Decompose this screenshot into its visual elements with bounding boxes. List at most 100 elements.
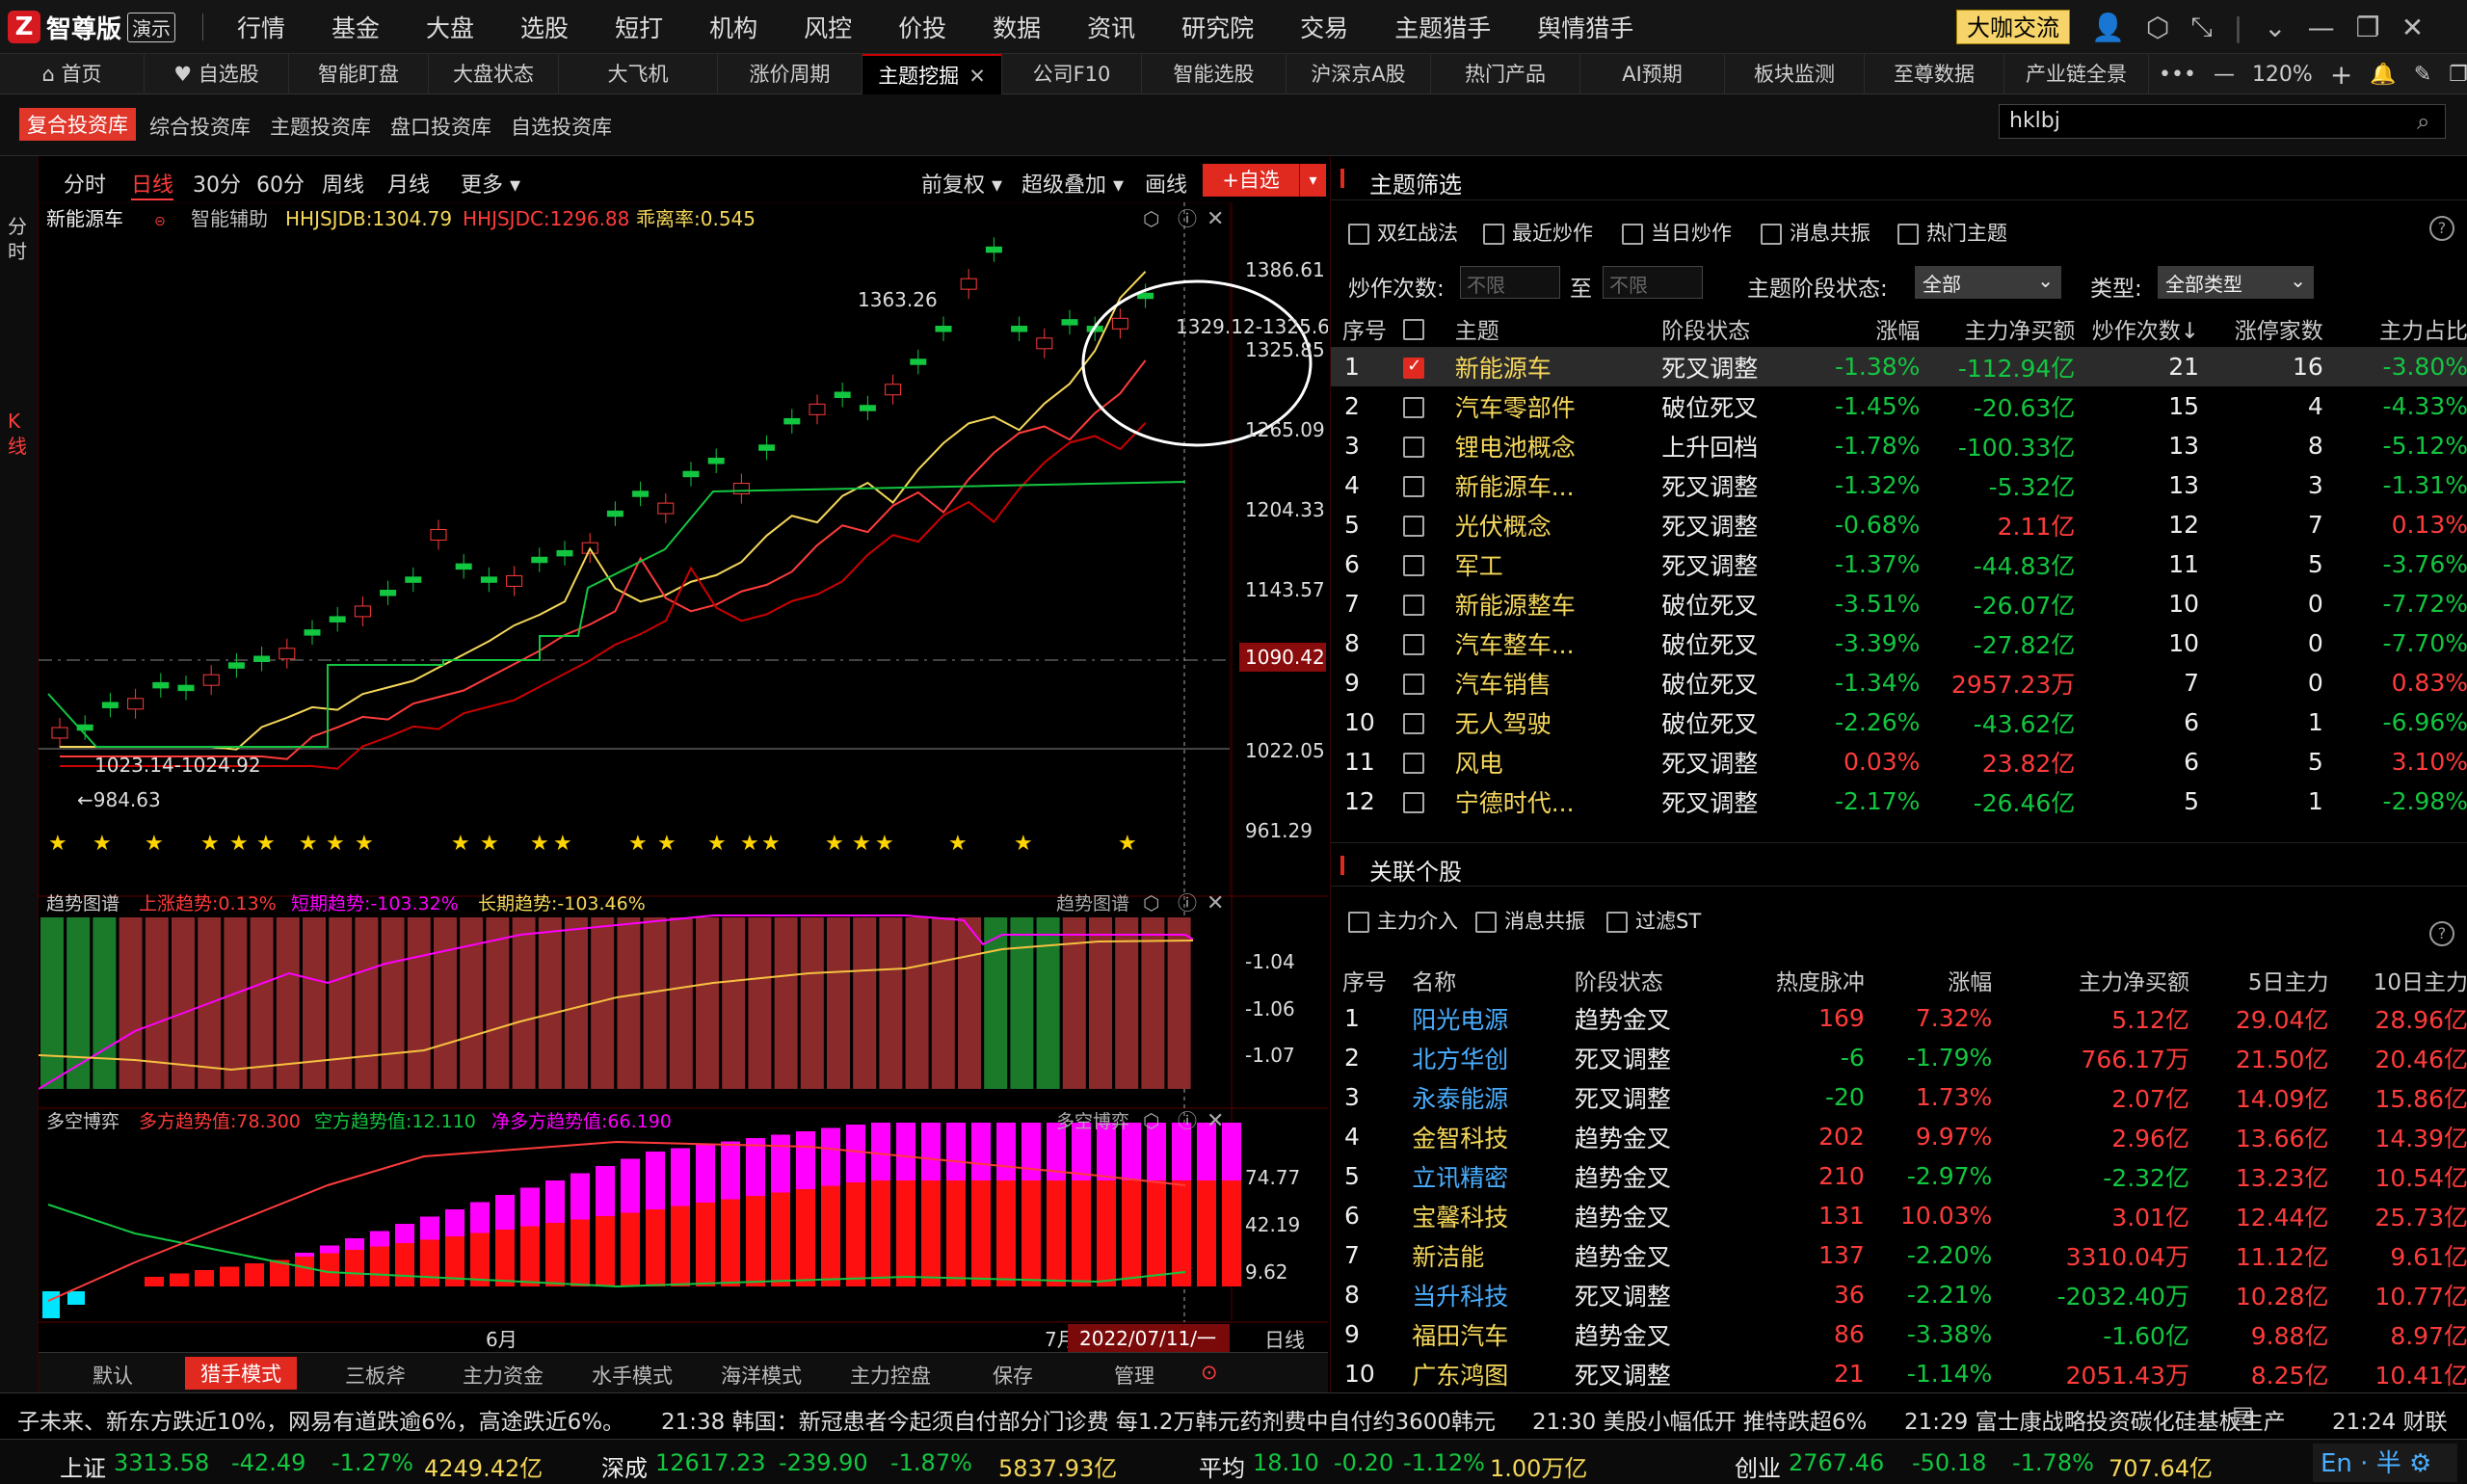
- bell-icon[interactable]: 🔔: [2370, 63, 2396, 87]
- settings-icon[interactable]: ⬡: [1143, 207, 1159, 230]
- theme-row[interactable]: 10 无人驾驶 破位死叉 -2.26% -43.62亿 6 1 -6.96%: [1331, 702, 2467, 742]
- shrink-icon[interactable]: ⤡: [2190, 11, 2212, 43]
- stock-row[interactable]: 10 广东鸿图 死叉调整 21 -1.14% 2051.43万 8.25亿 10.41亿: [1331, 1354, 2467, 1393]
- rail-kline[interactable]: K线: [8, 409, 31, 459]
- column-header[interactable]: 5日主力: [2189, 962, 2329, 998]
- tab-a-shares[interactable]: 沪深京A股: [1287, 54, 1431, 94]
- period-monthly[interactable]: 月线: [387, 168, 430, 199]
- input-method-icon[interactable]: En · 半 ⚙: [2313, 1444, 2457, 1482]
- tab-smart-select[interactable]: 智能选股: [1142, 54, 1287, 94]
- ticker-item[interactable]: 21:29 富士康战略投资碳化硅基板生产: [1904, 1403, 2286, 1436]
- check-recent[interactable]: 最近炒作: [1483, 218, 1593, 247]
- stock-row[interactable]: 6 宝馨科技 趋势金叉 131 10.03% 3.01亿 12.44亿 25.73亿: [1331, 1196, 2467, 1235]
- close-icon[interactable]: ✕: [1207, 207, 1224, 231]
- index-name[interactable]: 深成: [601, 1449, 648, 1483]
- check-double-red[interactable]: 双红战法: [1348, 218, 1458, 247]
- row-checkbox[interactable]: [1403, 753, 1425, 774]
- index-name[interactable]: 上证: [60, 1449, 106, 1483]
- column-header[interactable]: 主力占比: [2323, 310, 2467, 347]
- indicator-manage-button[interactable]: 管理: [1114, 1361, 1154, 1390]
- adjust-dropdown[interactable]: 前复权 ▾: [921, 168, 1002, 199]
- row-checkbox[interactable]: [1403, 634, 1425, 655]
- subnav-order[interactable]: 盘口投资库: [390, 112, 491, 141]
- tab-hot-products[interactable]: 热门产品: [1431, 54, 1580, 94]
- column-header[interactable]: 涨停家数: [2199, 310, 2323, 347]
- select-all-checkbox[interactable]: [1403, 318, 1425, 340]
- theme-row[interactable]: 1 新能源车 死叉调整 -1.38% -112.94亿 21 16 -3.80%: [1331, 347, 2467, 386]
- subnav-theme[interactable]: 主题投资库: [270, 112, 371, 141]
- menu-item[interactable]: 资讯: [1087, 10, 1135, 44]
- subnav-composite[interactable]: 复合投资库: [19, 108, 136, 141]
- period-weekly[interactable]: 周线: [322, 168, 364, 199]
- stock-row[interactable]: 2 北方华创 死叉调整 -6 -1.79% 766.17万 21.50亿 20.46亿: [1331, 1038, 2467, 1077]
- settings-icon[interactable]: ⬡: [2146, 12, 2169, 43]
- collapse-icon[interactable]: ⊙: [1201, 1361, 1218, 1384]
- theme-row[interactable]: 9 汽车销售 破位死叉 -1.34% 2957.23万 7 0 0.83%: [1331, 663, 2467, 702]
- ticker-item[interactable]: 子未来、新东方跌近10%，网易有道跌逾6%，高途跌近6%。: [17, 1403, 624, 1436]
- checkbox[interactable]: [1348, 912, 1369, 933]
- settings-icon[interactable]: ⬡: [1143, 891, 1159, 914]
- restore-icon[interactable]: ❐: [2449, 63, 2467, 87]
- chevron-down-icon[interactable]: ⌄: [2264, 12, 2286, 43]
- tab-big-plane[interactable]: 大飞机: [559, 54, 718, 94]
- theme-row[interactable]: 11 风电 死叉调整 0.03% 23.82亿 6 5 3.10%: [1331, 742, 2467, 782]
- column-header[interactable]: 主力净买额: [1992, 962, 2189, 998]
- row-checkbox[interactable]: [1403, 397, 1425, 418]
- kline-chart[interactable]: ★ ★ ★ ★ ★ ★ ★ ★ ★ ★ ★ ★ ★ ★ ★ ★ ★ ★ ★ ★ ★ ★ ★ ★ 新能源车 ⊝ 智能辅助 HHJ…: [39, 202, 1328, 1352]
- close-icon[interactable]: ✕: [1207, 891, 1224, 915]
- stock-row[interactable]: 1 阳光电源 趋势金叉 169 7.32% 5.12亿 29.04亿 28.96亿: [1331, 998, 2467, 1038]
- stock-row[interactable]: 5 立讯精密 趋势金叉 210 -2.97% -2.32亿 13.23亿 10.54亿: [1331, 1156, 2467, 1196]
- row-checkbox[interactable]: [1403, 356, 1425, 379]
- theme-row[interactable]: 3 锂电池概念 上升回档 -1.78% -100.33亿 13 8 -5.12%: [1331, 426, 2467, 465]
- column-header[interactable]: 主题: [1455, 310, 1662, 347]
- search-icon[interactable]: ⌕: [2417, 108, 2429, 135]
- theme-row[interactable]: 6 军工 死叉调整 -1.37% -44.83亿 11 5 -3.76%: [1331, 544, 2467, 584]
- period-30m[interactable]: 30分: [193, 168, 241, 199]
- tab-industry-chain[interactable]: 产业链全景: [2004, 54, 2149, 94]
- tab-ai-forecast[interactable]: AI预期: [1580, 54, 1725, 94]
- indicator-tab-ocean[interactable]: 海洋模式: [721, 1361, 802, 1390]
- news-icon[interactable]: ▤: [2232, 1401, 2254, 1428]
- menu-item[interactable]: 基金: [332, 10, 380, 44]
- row-checkbox[interactable]: [1403, 595, 1425, 616]
- ticker-item[interactable]: 21:38 韩国：新冠患者今起须自付部分门诊费 每1.2万韩元药剂费中自付约36…: [661, 1403, 1496, 1436]
- rail-timeshare[interactable]: 分时: [8, 214, 31, 264]
- chevron-down-icon[interactable]: ⊝: [154, 214, 166, 229]
- check-news[interactable]: 消息共振: [1761, 218, 1870, 247]
- row-checkbox[interactable]: [1403, 476, 1425, 497]
- ticker-item[interactable]: 21:24 财联: [2332, 1403, 2448, 1436]
- column-header[interactable]: 炒作次数↓: [2075, 310, 2199, 347]
- indicator-tab-capital[interactable]: 主力资金: [463, 1361, 544, 1390]
- period-timeshare[interactable]: 分时: [64, 168, 106, 199]
- row-checkbox[interactable]: [1403, 555, 1425, 576]
- close-icon[interactable]: ✕: [1207, 1109, 1224, 1133]
- row-checkbox[interactable]: [1403, 437, 1425, 458]
- stock-row[interactable]: 4 金智科技 趋势金叉 202 9.97% 2.96亿 13.66亿 14.39亿: [1331, 1117, 2467, 1156]
- settings-icon[interactable]: ⬡: [1143, 1109, 1159, 1132]
- check-capital[interactable]: 主力介入: [1348, 906, 1458, 935]
- column-header[interactable]: 涨幅: [1865, 962, 1992, 998]
- menu-item[interactable]: 大盘: [426, 10, 474, 44]
- indicator-tab-sailor[interactable]: 水手模式: [592, 1361, 673, 1390]
- zoom-out-button[interactable]: —: [2214, 63, 2235, 87]
- checkbox[interactable]: [1897, 224, 1919, 245]
- row-checkbox[interactable]: [1403, 516, 1425, 537]
- user-icon[interactable]: 👤: [2091, 12, 2125, 43]
- column-header[interactable]: 序号: [1331, 310, 1403, 347]
- minimize-icon[interactable]: —: [2308, 12, 2335, 43]
- tab-price-cycle[interactable]: 涨价周期: [718, 54, 862, 94]
- row-checkbox[interactable]: [1403, 713, 1425, 734]
- indicator-tab-hunter[interactable]: 猎手模式: [185, 1357, 297, 1390]
- tab-home[interactable]: ⌂ 首页: [0, 54, 145, 94]
- add-watchlist-button[interactable]: +自选: [1203, 164, 1299, 197]
- checkbox[interactable]: [1606, 912, 1628, 933]
- theme-row[interactable]: 4 新能源车... 死叉调整 -1.32% -5.32亿 13 3 -1.31%: [1331, 465, 2467, 505]
- theme-row[interactable]: 2 汽车零部件 破位死叉 -1.45% -20.63亿 15 4 -4.33%: [1331, 386, 2467, 426]
- menu-item[interactable]: 机构: [709, 10, 757, 44]
- indicator-save-button[interactable]: 保存: [993, 1361, 1033, 1390]
- indicator-tab-three[interactable]: 三板斧: [345, 1361, 406, 1390]
- column-header[interactable]: 10日主力: [2328, 962, 2467, 998]
- help-icon[interactable]: ⓘ: [1178, 891, 1197, 914]
- stock-row[interactable]: 7 新洁能 趋势金叉 137 -2.20% 3310.04万 11.12亿 9.61亿: [1331, 1235, 2467, 1275]
- menu-item[interactable]: 风控: [804, 10, 852, 44]
